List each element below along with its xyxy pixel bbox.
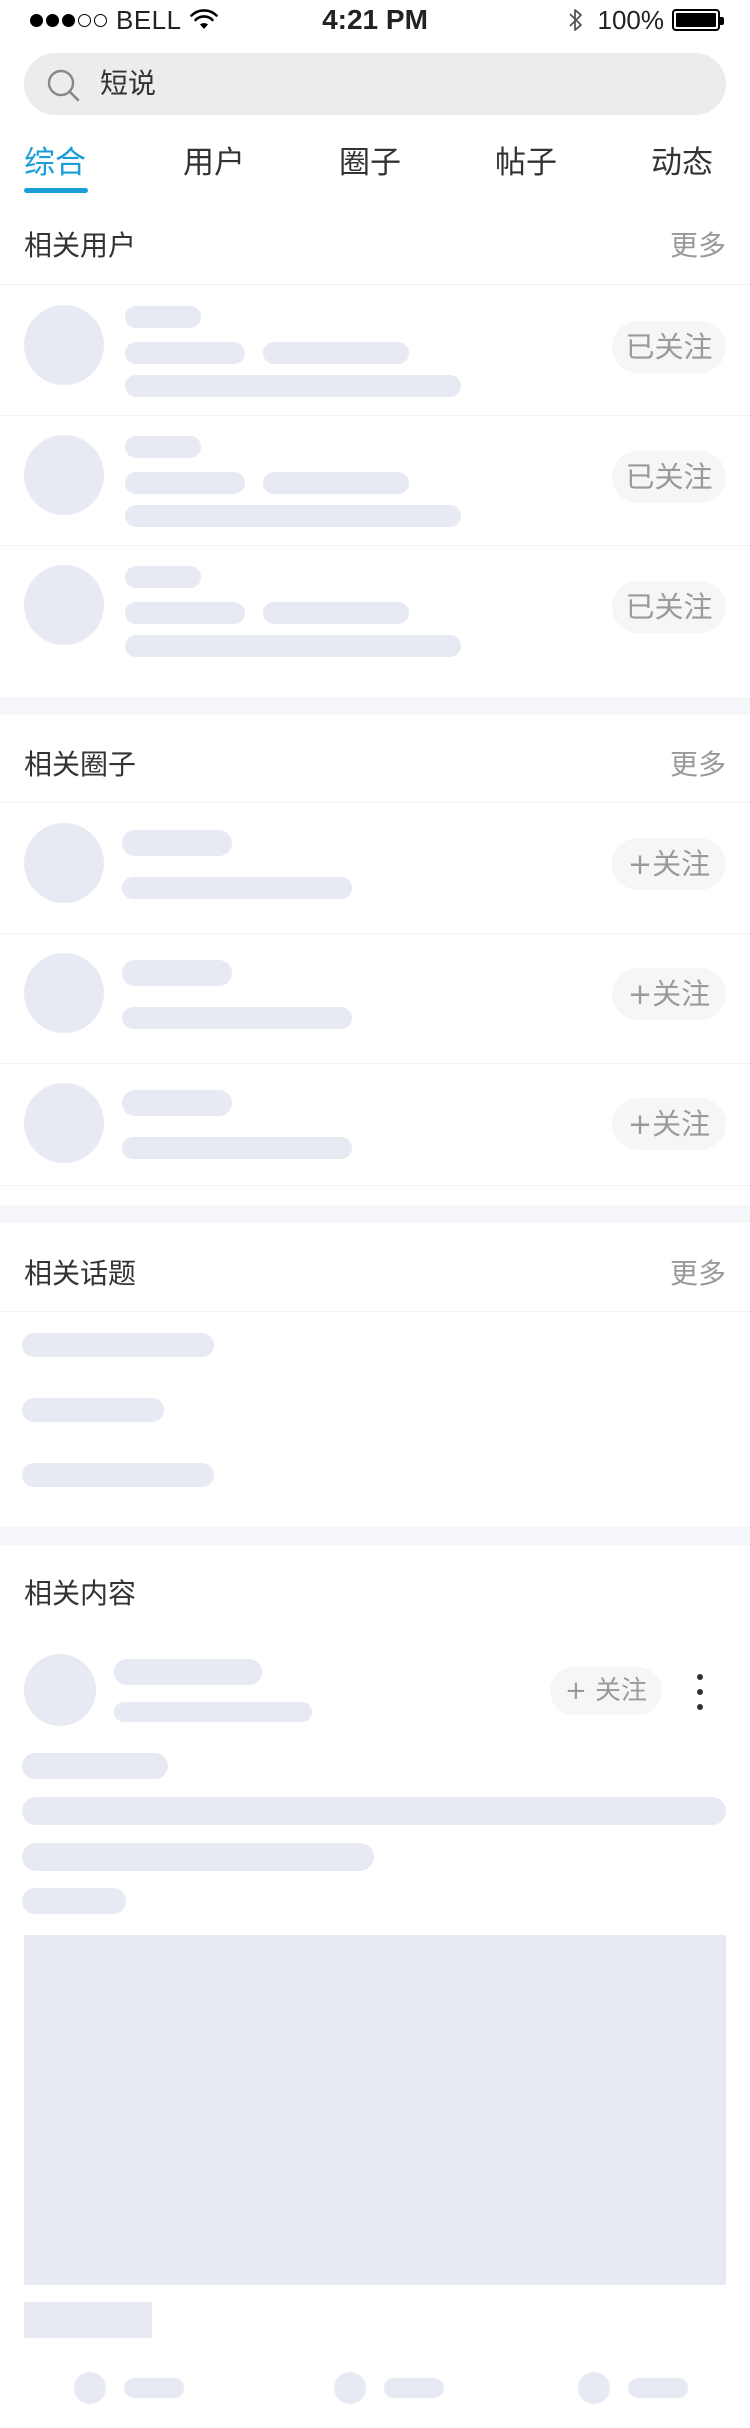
divider <box>0 1063 750 1064</box>
action-label-placeholder <box>124 2378 184 2398</box>
skeleton-line <box>125 505 461 527</box>
more-users-link[interactable]: 更多 <box>670 224 726 264</box>
status-bar-right: 100% <box>568 4 724 35</box>
skeleton-line <box>263 472 409 494</box>
skeleton-line <box>125 342 245 364</box>
tab-activity[interactable]: 动态 <box>651 135 713 195</box>
skeleton-line <box>22 1797 726 1825</box>
skeleton-line <box>125 306 201 328</box>
topic-item-placeholder[interactable] <box>22 1333 214 1357</box>
following-button[interactable]: 已关注 <box>612 581 726 633</box>
more-vertical-icon[interactable] <box>690 1672 710 1712</box>
skeleton-line <box>122 960 232 986</box>
skeleton-line <box>114 1659 262 1685</box>
section-gap <box>0 1205 750 1223</box>
skeleton-line <box>263 602 409 624</box>
skeleton-line <box>125 566 201 588</box>
search-input[interactable] <box>100 53 700 115</box>
avatar-placeholder <box>24 305 104 385</box>
action-icon-placeholder <box>74 2372 106 2404</box>
status-bar: BELL 4:21 PM 100% <box>0 0 750 40</box>
divider <box>0 284 750 285</box>
tab-all[interactable]: 综合 <box>24 135 86 195</box>
divider <box>0 415 750 416</box>
follow-button[interactable]: +关注 <box>612 838 726 890</box>
divider <box>0 1311 750 1312</box>
skeleton-line <box>263 342 409 364</box>
section-title-content: 相关内容 <box>24 1577 137 1610</box>
skeleton-line <box>114 1702 312 1722</box>
action-icon-placeholder <box>578 2372 610 2404</box>
follow-author-button[interactable]: + 关注 <box>550 1667 662 1715</box>
section-title-users: 相关用户 <box>24 229 137 262</box>
tag-placeholder <box>24 2302 152 2338</box>
tab-circles[interactable]: 圈子 <box>339 135 401 195</box>
avatar-placeholder <box>24 565 104 645</box>
more-circles-link[interactable]: 更多 <box>670 743 726 783</box>
skeleton-line <box>125 472 245 494</box>
divider <box>0 802 750 803</box>
skeleton-line <box>122 1007 352 1029</box>
skeleton-line <box>122 830 232 856</box>
topic-item-placeholder[interactable] <box>22 1463 214 1487</box>
section-title-circles: 相关圈子 <box>24 748 137 781</box>
battery-percent: 100% <box>597 4 665 35</box>
action-icon-placeholder <box>334 2372 366 2404</box>
battery-icon <box>672 9 724 31</box>
circle-avatar-placeholder <box>24 953 104 1033</box>
skeleton-line <box>22 1843 374 1871</box>
skeleton-line <box>125 635 461 657</box>
tab-users[interactable]: 用户 <box>183 135 245 195</box>
following-button[interactable]: 已关注 <box>612 321 726 373</box>
circle-avatar-placeholder <box>24 823 104 903</box>
image-placeholder <box>24 1935 726 2285</box>
more-topics-link[interactable]: 更多 <box>670 1252 726 1292</box>
following-button[interactable]: 已关注 <box>612 451 726 503</box>
follow-button[interactable]: +关注 <box>612 968 726 1020</box>
action-label-placeholder <box>384 2378 444 2398</box>
divider <box>0 1185 750 1186</box>
search-bar[interactable] <box>24 53 726 115</box>
follow-button[interactable]: +关注 <box>612 1098 726 1150</box>
skeleton-line <box>125 375 461 397</box>
active-tab-indicator <box>24 188 88 193</box>
section-gap <box>0 1527 750 1545</box>
tab-bar: 综合 用户 圈子 帖子 动态 <box>0 135 750 195</box>
divider <box>0 545 750 546</box>
skeleton-line <box>122 1137 352 1159</box>
skeleton-line <box>22 1753 168 1779</box>
skeleton-line <box>122 1090 232 1116</box>
topic-item-placeholder[interactable] <box>22 1398 164 1422</box>
section-title-topics: 相关话题 <box>24 1257 137 1290</box>
action-label-placeholder <box>628 2378 688 2398</box>
author-avatar-placeholder <box>24 1654 96 1726</box>
avatar-placeholder <box>24 435 104 515</box>
divider <box>0 933 750 934</box>
skeleton-line <box>125 602 245 624</box>
section-gap <box>0 697 750 715</box>
bluetooth-icon <box>568 9 582 31</box>
skeleton-line <box>22 1888 126 1914</box>
search-icon <box>47 69 80 102</box>
circle-avatar-placeholder <box>24 1083 104 1163</box>
tab-posts[interactable]: 帖子 <box>495 135 557 195</box>
skeleton-line <box>122 877 352 899</box>
skeleton-line <box>125 436 201 458</box>
